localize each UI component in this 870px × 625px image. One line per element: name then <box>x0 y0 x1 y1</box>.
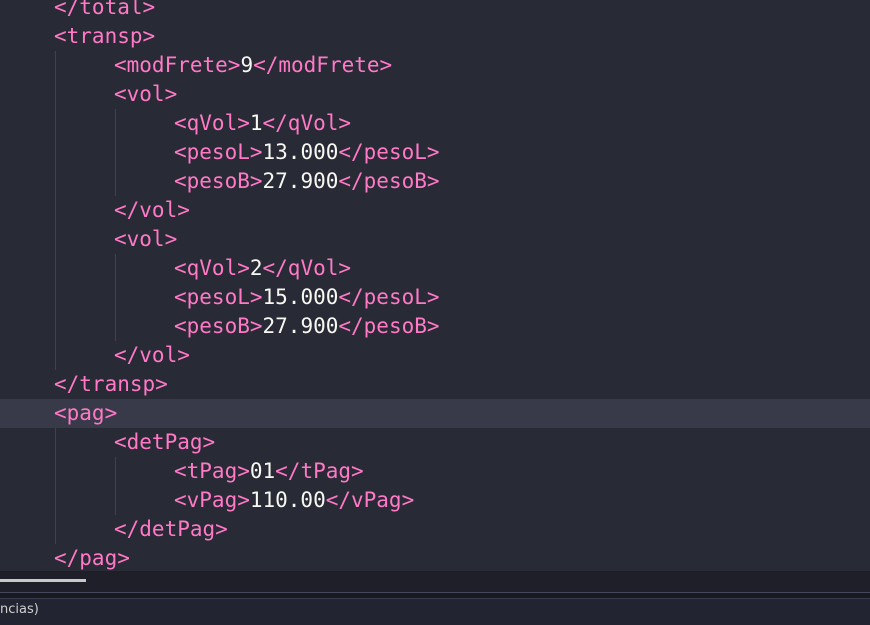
code-line[interactable]: <pesoB>27.900</pesoB> <box>0 167 870 196</box>
code-line[interactable]: <pesoB>27.900</pesoB> <box>0 312 870 341</box>
code-line[interactable]: <qVol>1</qVol> <box>0 109 870 138</box>
xml-tag-token: </qVol> <box>262 111 352 135</box>
code-line[interactable]: <modFrete>9</modFrete> <box>0 51 870 80</box>
xml-text-token: 15.000 <box>262 285 339 309</box>
xml-tag-token: </pesoL> <box>338 285 440 309</box>
xml-text-token: 01 <box>249 459 276 483</box>
xml-tag-token: <qVol> <box>174 111 250 135</box>
code-line[interactable]: </vol> <box>0 341 870 370</box>
code-line[interactable]: <vPag>110.00</vPag> <box>0 486 870 515</box>
code-line[interactable]: <tPag>01</tPag> <box>0 457 870 486</box>
horizontal-scrollbar-thumb[interactable] <box>0 579 86 582</box>
xml-tag-token: </pesoB> <box>338 314 440 338</box>
code-line[interactable]: <transp> <box>0 22 870 51</box>
xml-tag-token: <pesoB> <box>174 169 263 193</box>
xml-tag-token: <transp> <box>54 24 156 48</box>
xml-tag-token: <modFrete> <box>114 53 241 77</box>
code-editor[interactable]: </total> <transp> <modFrete>9</modFrete> <v… <box>0 0 870 571</box>
xml-text-token: 27.900 <box>262 169 339 193</box>
xml-tag-token: <pag> <box>54 401 118 425</box>
xml-tag-token: <vPag> <box>174 488 250 512</box>
xml-tag-token: </vol> <box>114 198 190 222</box>
xml-text-token: 1 <box>249 111 263 135</box>
xml-text-token: 2 <box>249 256 263 280</box>
xml-tag-token: </vol> <box>114 343 190 367</box>
xml-tag-token: </tPag> <box>275 459 364 483</box>
xml-tag-token: </transp> <box>54 372 168 396</box>
code-line[interactable]: <vol> <box>0 80 870 109</box>
xml-tag-token: </pesoL> <box>338 140 440 164</box>
status-text: ncias) <box>0 602 39 617</box>
xml-tag-token: <pesoL> <box>174 285 263 309</box>
xml-text-token: 27.900 <box>262 314 339 338</box>
code-line[interactable]: <vol> <box>0 225 870 254</box>
code-line[interactable]: <pesoL>15.000</pesoL> <box>0 283 870 312</box>
xml-tag-token: <pesoB> <box>174 314 263 338</box>
code-line[interactable]: </transp> <box>0 370 870 399</box>
xml-tag-token: </pesoB> <box>338 169 440 193</box>
xml-tag-token: <tPag> <box>174 459 250 483</box>
xml-text-token: 110.00 <box>249 488 326 512</box>
horizontal-scrollbar[interactable] <box>0 571 870 592</box>
code-line[interactable]: <pag> <box>0 399 870 428</box>
code-line[interactable]: </vol> <box>0 196 870 225</box>
xml-text-token: 9 <box>240 53 254 77</box>
code-line[interactable]: </pag> <box>0 544 870 571</box>
xml-tag-token: </qVol> <box>262 256 352 280</box>
xml-text-token: 13.000 <box>262 140 339 164</box>
xml-tag-token: <qVol> <box>174 256 250 280</box>
code-line[interactable]: </total> <box>0 0 870 22</box>
xml-tag-token: </modFrete> <box>253 53 393 77</box>
xml-tag-token: </total> <box>54 0 156 19</box>
code-line[interactable]: <qVol>2</qVol> <box>0 254 870 283</box>
xml-tag-token: </pag> <box>54 546 130 570</box>
code-line[interactable]: <detPag> <box>0 428 870 457</box>
xml-tag-token: <vol> <box>114 227 178 251</box>
xml-tag-token: </detPag> <box>114 517 228 541</box>
code-line[interactable]: </detPag> <box>0 515 870 544</box>
xml-tag-token: </vPag> <box>325 488 415 512</box>
xml-tag-token: <pesoL> <box>174 140 263 164</box>
code-line[interactable]: <pesoL>13.000</pesoL> <box>0 138 870 167</box>
xml-tag-token: <detPag> <box>114 430 216 454</box>
status-bar: ncias) <box>0 598 870 625</box>
xml-tag-token: <vol> <box>114 82 178 106</box>
